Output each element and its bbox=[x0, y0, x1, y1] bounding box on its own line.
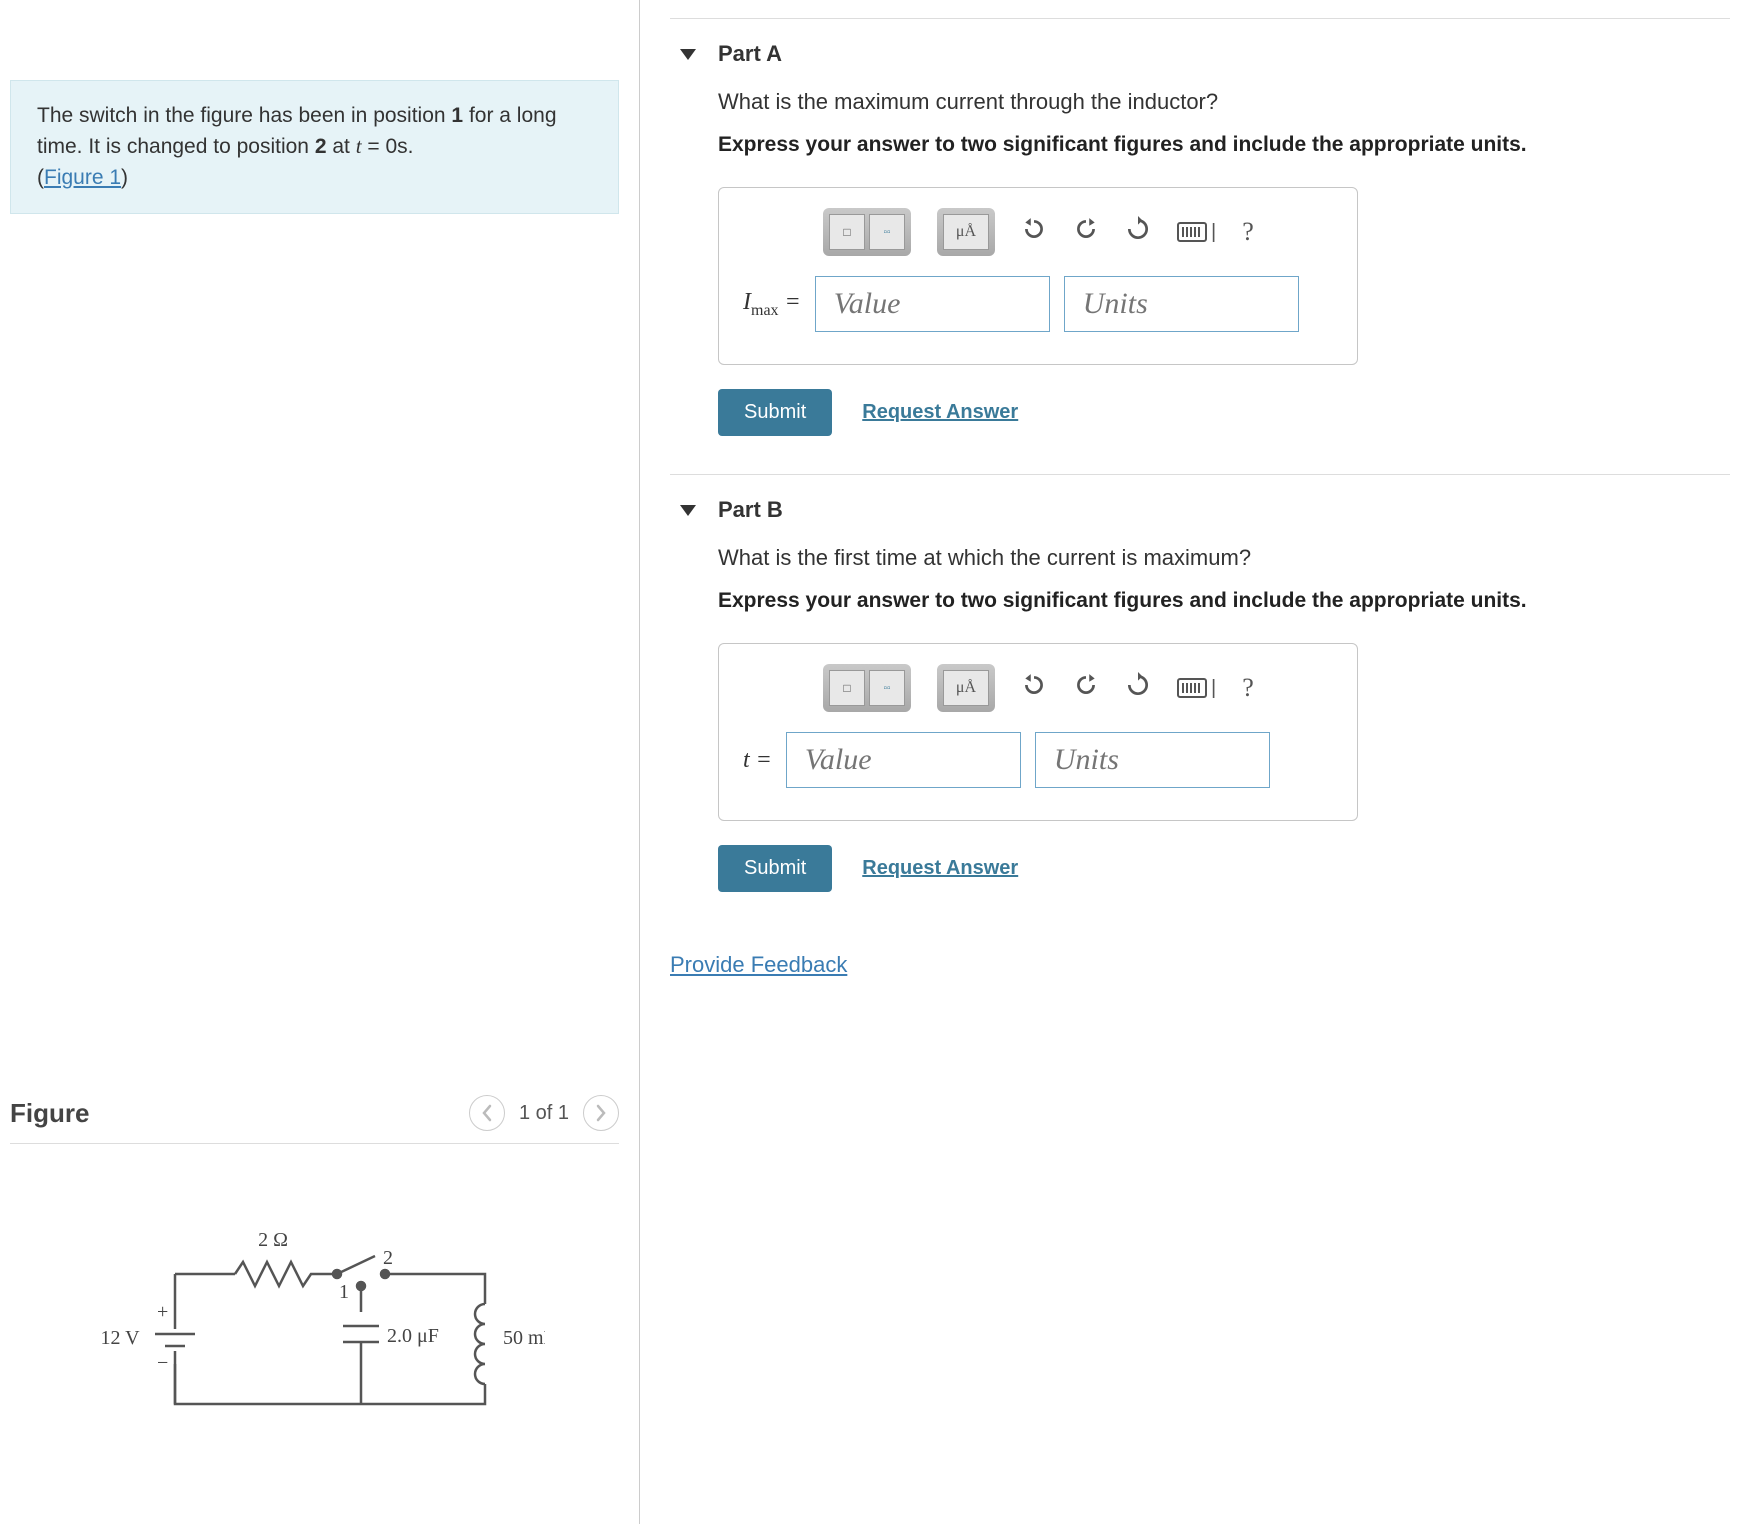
redo-icon[interactable] bbox=[1073, 216, 1099, 249]
part-b-title: Part B bbox=[718, 497, 783, 523]
circuit-diagram: 2 Ω 12 V + − 1 2 2.0 μF 50 mH bbox=[10, 1194, 619, 1434]
figure-next-button[interactable] bbox=[583, 1095, 619, 1131]
problem-text-1: The switch in the figure has been in pos… bbox=[37, 104, 451, 127]
chevron-right-icon bbox=[595, 1104, 607, 1122]
part-a-value-input[interactable] bbox=[815, 276, 1050, 332]
switch-1-label: 1 bbox=[339, 1281, 349, 1303]
plus-label: + bbox=[157, 1301, 168, 1323]
problem-text-3: at bbox=[327, 135, 356, 158]
minus-label: − bbox=[157, 1352, 168, 1374]
part-a-question: What is the maximum current through the … bbox=[718, 89, 1730, 115]
reset-icon[interactable] bbox=[1125, 216, 1151, 249]
template-tool[interactable]: □ ▫▫ bbox=[823, 208, 911, 256]
redo-icon[interactable] bbox=[1073, 672, 1099, 705]
part-b-request-answer-link[interactable]: Request Answer bbox=[862, 857, 1018, 880]
part-a-request-answer-link[interactable]: Request Answer bbox=[862, 401, 1018, 424]
inductor-label: 50 mH bbox=[503, 1327, 545, 1349]
provide-feedback-link[interactable]: Provide Feedback bbox=[670, 952, 847, 978]
part-b-variable: t = bbox=[743, 747, 772, 774]
part-b-units-input[interactable] bbox=[1035, 732, 1270, 788]
position-2: 2 bbox=[315, 135, 327, 158]
resistor-label: 2 Ω bbox=[258, 1229, 288, 1251]
part-a-units-input[interactable] bbox=[1064, 276, 1299, 332]
part-a-title: Part A bbox=[718, 41, 782, 67]
part-b-value-input[interactable] bbox=[786, 732, 1021, 788]
chevron-down-icon bbox=[680, 49, 696, 60]
figure-pager: 1 of 1 bbox=[519, 1102, 569, 1125]
part-b-question: What is the first time at which the curr… bbox=[718, 545, 1730, 571]
part-a-answer-box: □ ▫▫ μÅ bbox=[718, 187, 1358, 365]
help-icon[interactable]: ? bbox=[1242, 673, 1254, 703]
part-b-instruction: Express your answer to two significant f… bbox=[718, 589, 1730, 613]
help-icon[interactable]: ? bbox=[1242, 217, 1254, 247]
part-b-submit-button[interactable]: Submit bbox=[718, 845, 832, 892]
part-a-instruction: Express your answer to two significant f… bbox=[718, 133, 1730, 157]
keyboard-icon[interactable]: | bbox=[1177, 677, 1216, 700]
figure-prev-button[interactable] bbox=[469, 1095, 505, 1131]
units-script-tool[interactable]: μÅ bbox=[937, 664, 995, 712]
capacitor-label: 2.0 μF bbox=[387, 1325, 439, 1347]
part-a-header[interactable]: Part A bbox=[670, 19, 1730, 89]
part-b-header[interactable]: Part B bbox=[670, 475, 1730, 545]
chevron-down-icon bbox=[680, 505, 696, 516]
voltage-label: 12 V bbox=[100, 1327, 140, 1349]
undo-icon[interactable] bbox=[1021, 672, 1047, 705]
figure-title: Figure bbox=[10, 1098, 89, 1129]
switch-2-label: 2 bbox=[383, 1247, 393, 1269]
chevron-left-icon bbox=[481, 1104, 493, 1122]
figure-link[interactable]: Figure 1 bbox=[44, 166, 121, 189]
keyboard-icon[interactable]: | bbox=[1177, 221, 1216, 244]
undo-icon[interactable] bbox=[1021, 216, 1047, 249]
time-eq-text: = 0s. bbox=[362, 135, 414, 158]
part-a-variable: Imax = bbox=[743, 289, 801, 320]
part-b-answer-box: □ ▫▫ μÅ bbox=[718, 643, 1358, 821]
part-a-submit-button[interactable]: Submit bbox=[718, 389, 832, 436]
template-tool[interactable]: □ ▫▫ bbox=[823, 664, 911, 712]
units-script-tool[interactable]: μÅ bbox=[937, 208, 995, 256]
reset-icon[interactable] bbox=[1125, 672, 1151, 705]
problem-statement: The switch in the figure has been in pos… bbox=[10, 80, 619, 214]
position-1: 1 bbox=[451, 104, 463, 127]
